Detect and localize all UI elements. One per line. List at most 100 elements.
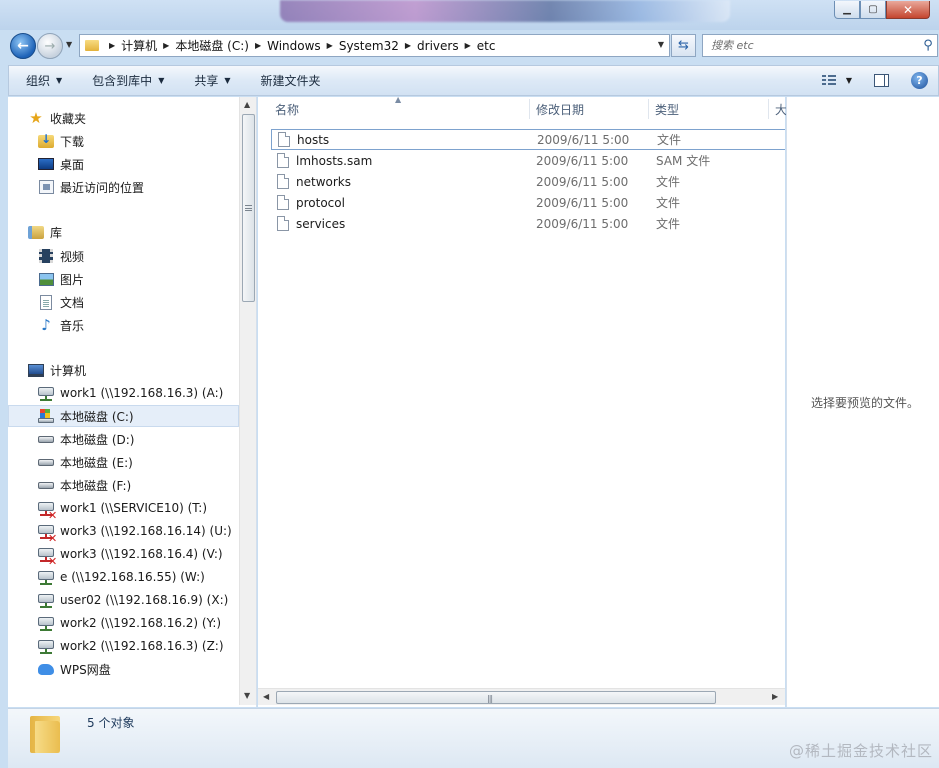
chevron-right-icon[interactable]: ▶ (465, 41, 471, 50)
nav-item-wps-cloud[interactable]: WPS网盘 (8, 658, 239, 680)
breadcrumb-system32[interactable]: System32 (339, 39, 399, 53)
maximize-button[interactable]: ▢ (860, 1, 886, 19)
search-icon[interactable]: ⚲ (919, 38, 937, 53)
address-history-dropdown[interactable]: ▼ (658, 40, 664, 49)
file-modified: 2009/6/11 5:00 (536, 195, 629, 210)
nav-item-drive-c[interactable]: 本地磁盘 (C:) (8, 405, 239, 427)
view-options-dropdown[interactable]: ▼ (846, 76, 852, 85)
column-header-label: 修改日期 (536, 103, 585, 117)
address-bar[interactable]: ▶ 计算机 ▶ 本地磁盘 (C:) ▶ Windows ▶ System32 ▶… (79, 34, 670, 57)
close-button[interactable]: ✕ (886, 1, 930, 19)
command-bar: 组织 ▼ 包含到库中 ▼ 共享 ▼ 新建文件夹 ▼ ? (8, 65, 939, 96)
hard-drive-icon (38, 481, 54, 489)
file-row-hosts[interactable]: hosts 2009/6/11 5:00 文件 (271, 129, 785, 150)
scroll-right-icon[interactable]: ▶ (772, 692, 778, 701)
breadcrumb-computer[interactable]: 计算机 (121, 37, 157, 54)
nav-item-label: user02 (\\192.168.16.9) (X:) (60, 593, 229, 607)
recent-places-icon (38, 180, 54, 194)
nav-favorites[interactable]: ★ 收藏夹 (8, 107, 239, 129)
video-icon (39, 249, 53, 263)
refresh-button[interactable]: ⇆ (671, 34, 696, 57)
file-row-services[interactable]: services 2009/6/11 5:00 文件 (271, 213, 785, 234)
share-button[interactable]: 共享 ▼ (194, 72, 230, 89)
folder-icon (30, 713, 60, 753)
nav-item-drive-d[interactable]: 本地磁盘 (D:) (8, 428, 239, 450)
nav-item-drive-x[interactable]: user02 (\\192.168.16.9) (X:) (8, 589, 239, 611)
file-row-networks[interactable]: networks 2009/6/11 5:00 文件 (271, 171, 785, 192)
nav-computer[interactable]: 计算机 (8, 359, 239, 381)
nav-item-desktop[interactable]: 桌面 (8, 153, 239, 175)
watermark: @稀土掘金技术社区 (788, 742, 933, 760)
scrollbar-thumb[interactable]: ||| (276, 691, 716, 704)
chevron-right-icon[interactable]: ▶ (405, 41, 411, 50)
nav-item-label: 桌面 (60, 157, 85, 172)
forward-button[interactable]: → (37, 33, 63, 59)
column-header-type[interactable]: 类型 (648, 97, 768, 122)
new-folder-button[interactable]: 新建文件夹 (261, 72, 321, 89)
column-header-modified[interactable]: 修改日期 (529, 97, 649, 122)
file-type: 文件 (656, 217, 681, 231)
nav-item-drive-w[interactable]: e (\\192.168.16.55) (W:) (8, 566, 239, 588)
nav-item-drive-f[interactable]: 本地磁盘 (F:) (8, 474, 239, 496)
nav-item-pictures[interactable]: 图片 (8, 268, 239, 290)
column-header-name[interactable]: 名称 (268, 97, 528, 122)
scroll-up-icon[interactable]: ▲ (244, 100, 250, 109)
nav-item-music[interactable]: ♪ 音乐 (8, 314, 239, 336)
nav-item-label: 本地磁盘 (E:) (60, 455, 133, 470)
nav-item-label: 图片 (60, 272, 85, 287)
nav-item-downloads[interactable]: 下载 (8, 130, 239, 152)
breadcrumb-local-disk-c[interactable]: 本地磁盘 (C:) (175, 37, 249, 54)
file-row-lmhosts[interactable]: lmhosts.sam 2009/6/11 5:00 SAM 文件 (271, 150, 785, 171)
recent-pages-dropdown[interactable]: ▼ (66, 40, 72, 49)
chevron-right-icon[interactable]: ▶ (327, 41, 333, 50)
chevron-right-icon[interactable]: ▶ (109, 41, 115, 50)
disconnected-network-drive-icon: ✕ (38, 501, 57, 522)
network-drive-icon (38, 386, 54, 401)
disconnected-network-drive-icon: ✕ (38, 547, 57, 568)
nav-item-label: WPS网盘 (60, 662, 111, 677)
nav-item-label: 本地磁盘 (D:) (60, 432, 135, 447)
breadcrumb-etc[interactable]: etc (477, 39, 496, 53)
help-icon[interactable]: ? (911, 72, 928, 89)
file-name: networks (296, 174, 351, 189)
nav-item-label: e (\\192.168.16.55) (W:) (60, 570, 205, 584)
cloud-icon (38, 663, 54, 675)
change-view-icon[interactable] (821, 74, 838, 87)
chevron-right-icon[interactable]: ▶ (255, 41, 261, 50)
nav-item-drive-y[interactable]: work2 (\\192.168.16.2) (Y:) (8, 612, 239, 634)
include-in-library-button[interactable]: 包含到库中 ▼ (92, 72, 164, 89)
column-header-size[interactable]: 大 (768, 97, 788, 122)
back-button[interactable]: ← (10, 33, 36, 59)
nav-item-videos[interactable]: 视频 (8, 245, 239, 267)
navigation-scrollbar[interactable]: ▲ ▼ (239, 97, 256, 705)
chevron-right-icon[interactable]: ▶ (163, 41, 169, 50)
breadcrumb-windows[interactable]: Windows (267, 39, 321, 53)
preview-pane-icon[interactable] (874, 74, 889, 87)
refresh-icon: ⇆ (678, 38, 689, 53)
nav-item-drive-u[interactable]: ✕ work3 (\\192.168.16.14) (U:) (8, 520, 239, 545)
organize-menu-button[interactable]: 组织 ▼ (26, 72, 62, 89)
chevron-down-icon: ▼ (158, 76, 165, 85)
nav-item-drive-t[interactable]: ✕ work1 (\\SERVICE10) (T:) (8, 497, 239, 522)
search-input[interactable] (703, 35, 919, 56)
file-name: services (296, 216, 346, 231)
file-modified: 2009/6/11 5:00 (536, 153, 629, 168)
search-box[interactable]: ⚲ (702, 34, 938, 57)
nav-item-drive-e[interactable]: 本地磁盘 (E:) (8, 451, 239, 473)
horizontal-scrollbar[interactable]: ◀ ||| ▶ (258, 688, 785, 705)
scroll-down-icon[interactable]: ▼ (244, 691, 250, 700)
scrollbar-thumb[interactable] (242, 114, 255, 302)
file-row-protocol[interactable]: protocol 2009/6/11 5:00 文件 (271, 192, 785, 213)
preview-message: 选择要预览的文件。 (811, 396, 920, 410)
nav-item-recent-places[interactable]: 最近访问的位置 (8, 176, 239, 198)
nav-item-drive-z[interactable]: work2 (\\192.168.16.3) (Z:) (8, 635, 239, 657)
minimize-button[interactable]: ▁ (834, 1, 860, 19)
nav-item-drive-v[interactable]: ✕ work3 (\\192.168.16.4) (V:) (8, 543, 239, 568)
nav-item-documents[interactable]: 文档 (8, 291, 239, 313)
nav-item-drive-a[interactable]: work1 (\\192.168.16.3) (A:) (8, 382, 239, 404)
item-count: 5 个对象 (87, 716, 135, 730)
scroll-left-icon[interactable]: ◀ (263, 692, 269, 701)
nav-libraries[interactable]: 库 (8, 221, 239, 243)
breadcrumb-drivers[interactable]: drivers (417, 39, 459, 53)
star-icon: ★ (29, 109, 43, 127)
